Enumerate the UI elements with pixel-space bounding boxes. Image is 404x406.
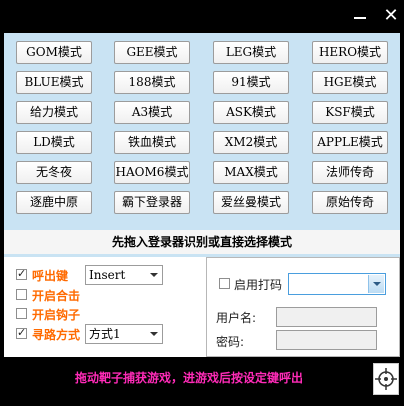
instruction-hint: 先拖入登录器识别或直接选择模式 xyxy=(4,230,400,254)
password-label: 密码: xyxy=(216,335,245,349)
status-text: 拖动靶子捕获游戏，进游戏后按设定键呼出 xyxy=(74,371,303,385)
mode-button-188[interactable]: 188模式 xyxy=(114,71,190,94)
status-bar: 拖动靶子捕获游戏，进游戏后按设定键呼出 xyxy=(4,357,400,402)
hotkey-select[interactable]: Insert xyxy=(85,265,163,285)
dropdown-arrow-icon[interactable] xyxy=(368,275,384,293)
chevron-down-icon xyxy=(150,273,158,277)
crosshair-icon-svg xyxy=(375,368,397,390)
mode-button-a3[interactable]: A3模式 xyxy=(114,101,190,124)
mode-button-xm2[interactable]: XM2模式 xyxy=(213,131,289,154)
mode-button-hero[interactable]: HERO模式 xyxy=(312,41,388,64)
pathfind-select-value: 方式1 xyxy=(89,327,121,341)
combine-label: 开启合击 xyxy=(32,289,81,303)
mode-button-fashi[interactable]: 法师传奇 xyxy=(312,161,388,184)
hook-label: 开启钩子 xyxy=(32,308,81,322)
mode-button-baxia[interactable]: 霸下登录器 xyxy=(114,191,190,214)
mode-button-hge[interactable]: HGE模式 xyxy=(312,71,388,94)
mode-button-ksf[interactable]: KSF模式 xyxy=(312,101,388,124)
pathfind-checkbox[interactable] xyxy=(16,326,27,339)
mode-button-leg[interactable]: LEG模式 xyxy=(213,41,289,64)
mode-button-gee[interactable]: GEE模式 xyxy=(114,41,190,64)
hook-checkbox[interactable] xyxy=(16,308,27,319)
main-panel: GOM模式 GEE模式 LEG模式 HERO模式 BLUE模式 188模式 91… xyxy=(4,33,400,357)
password-field[interactable] xyxy=(276,330,377,350)
mode-button-zhulu[interactable]: 逐鹿中原 xyxy=(16,191,92,214)
mode-button-blue[interactable]: BLUE模式 xyxy=(16,71,92,94)
mode-button-91[interactable]: 91模式 xyxy=(213,71,289,94)
title-bar: ✕ xyxy=(0,0,404,33)
enable-captcha-checkbox[interactable] xyxy=(219,278,230,289)
mode-button-ask[interactable]: ASK模式 xyxy=(213,101,289,124)
captcha-service-select[interactable] xyxy=(288,273,386,295)
mode-button-apple[interactable]: APPLE模式 xyxy=(312,131,388,154)
mode-button-ld[interactable]: LD模式 xyxy=(16,131,92,154)
combine-checkbox[interactable] xyxy=(16,289,27,300)
mode-button-tiexue[interactable]: 铁血模式 xyxy=(114,131,190,154)
pathfind-select[interactable]: 方式1 xyxy=(85,324,163,344)
mode-button-geili[interactable]: 给力模式 xyxy=(16,101,92,124)
hotkey-select-value: Insert xyxy=(89,268,126,282)
username-field[interactable] xyxy=(276,307,377,327)
enable-captcha-label: 启用打码 xyxy=(234,278,283,292)
minimize-icon[interactable] xyxy=(350,6,370,26)
close-icon[interactable]: ✕ xyxy=(381,6,401,26)
mode-button-max[interactable]: MAX模式 xyxy=(213,161,289,184)
hotkey-label: 呼出键 xyxy=(32,269,69,283)
crosshair-icon[interactable] xyxy=(373,363,399,395)
mode-button-aisiman[interactable]: 爱丝曼模式 xyxy=(213,191,289,214)
chevron-down-icon xyxy=(150,332,158,336)
pathfind-label: 寻路方式 xyxy=(32,328,81,342)
mode-button-haom6[interactable]: HAOM6模式 xyxy=(114,161,190,184)
mode-button-yuanshi[interactable]: 原始传奇 xyxy=(312,191,388,214)
mode-button-wudongye[interactable]: 无冬夜 xyxy=(16,161,92,184)
captcha-panel: 启用打码 用户名: 密码: xyxy=(206,257,400,357)
options-panel: 呼出键 Insert 开启合击 开启钩子 寻路方式 方式1 xyxy=(4,257,206,357)
username-label: 用户名: xyxy=(216,311,257,325)
mode-button-gom[interactable]: GOM模式 xyxy=(16,41,92,64)
hotkey-checkbox[interactable] xyxy=(16,267,27,280)
